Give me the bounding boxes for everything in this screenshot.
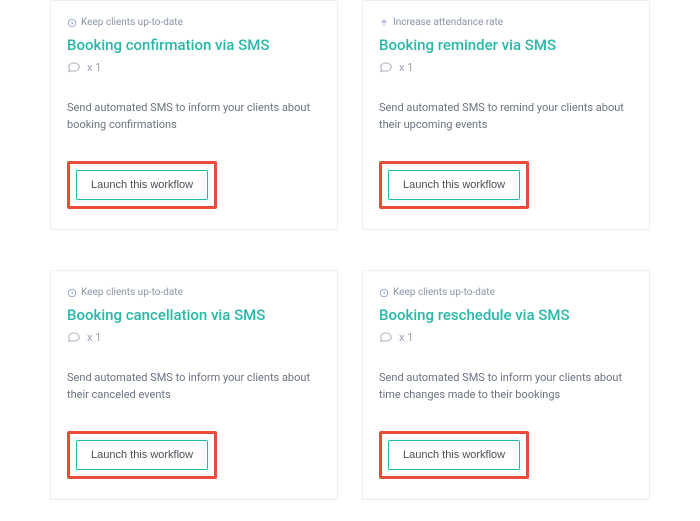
highlight-box: Launch this workflow <box>67 161 217 209</box>
card-tag-label: Keep clients up-to-date <box>81 287 183 298</box>
clock-icon <box>379 288 389 298</box>
card-description: Send automated SMS to inform your client… <box>379 370 633 403</box>
workflow-card-grid: Keep clients up-to-date Booking confirma… <box>0 0 700 520</box>
launch-workflow-button[interactable]: Launch this workflow <box>76 170 208 200</box>
clock-icon <box>67 18 77 28</box>
card-description: Send automated SMS to inform your client… <box>67 370 321 403</box>
card-title: Booking reminder via SMS <box>379 36 633 54</box>
card-tag: Keep clients up-to-date <box>67 17 321 28</box>
card-tag: Keep clients up-to-date <box>67 287 321 298</box>
highlight-box: Launch this workflow <box>67 431 217 479</box>
message-icon <box>379 60 393 74</box>
card-tag: Keep clients up-to-date <box>379 287 633 298</box>
message-icon <box>379 330 393 344</box>
launch-workflow-button[interactable]: Launch this workflow <box>388 170 520 200</box>
card-meta: x 1 <box>379 60 633 74</box>
card-count: x 1 <box>399 61 413 74</box>
card-meta: x 1 <box>67 60 321 74</box>
card-tag: Increase attendance rate <box>379 17 633 28</box>
card-title: Booking confirmation via SMS <box>67 36 321 54</box>
message-icon <box>67 60 81 74</box>
card-description: Send automated SMS to inform your client… <box>67 100 321 133</box>
card-meta: x 1 <box>67 330 321 344</box>
card-meta: x 1 <box>379 330 633 344</box>
launch-workflow-button[interactable]: Launch this workflow <box>76 440 208 470</box>
card-tag-label: Keep clients up-to-date <box>81 17 183 28</box>
card-count: x 1 <box>87 331 101 344</box>
message-icon <box>67 330 81 344</box>
card-title: Booking reschedule via SMS <box>379 306 633 324</box>
card-count: x 1 <box>399 331 413 344</box>
card-description: Send automated SMS to remind your client… <box>379 100 633 133</box>
clock-icon <box>67 288 77 298</box>
card-title: Booking cancellation via SMS <box>67 306 321 324</box>
card-count: x 1 <box>87 61 101 74</box>
workflow-card: Increase attendance rate Booking reminde… <box>362 0 650 230</box>
arrow-up-icon <box>379 18 389 28</box>
workflow-card: Keep clients up-to-date Booking reschedu… <box>362 270 650 500</box>
workflow-card: Keep clients up-to-date Booking cancella… <box>50 270 338 500</box>
highlight-box: Launch this workflow <box>379 161 529 209</box>
card-tag-label: Keep clients up-to-date <box>393 287 495 298</box>
card-tag-label: Increase attendance rate <box>393 17 503 28</box>
launch-workflow-button[interactable]: Launch this workflow <box>388 440 520 470</box>
highlight-box: Launch this workflow <box>379 431 529 479</box>
workflow-card: Keep clients up-to-date Booking confirma… <box>50 0 338 230</box>
